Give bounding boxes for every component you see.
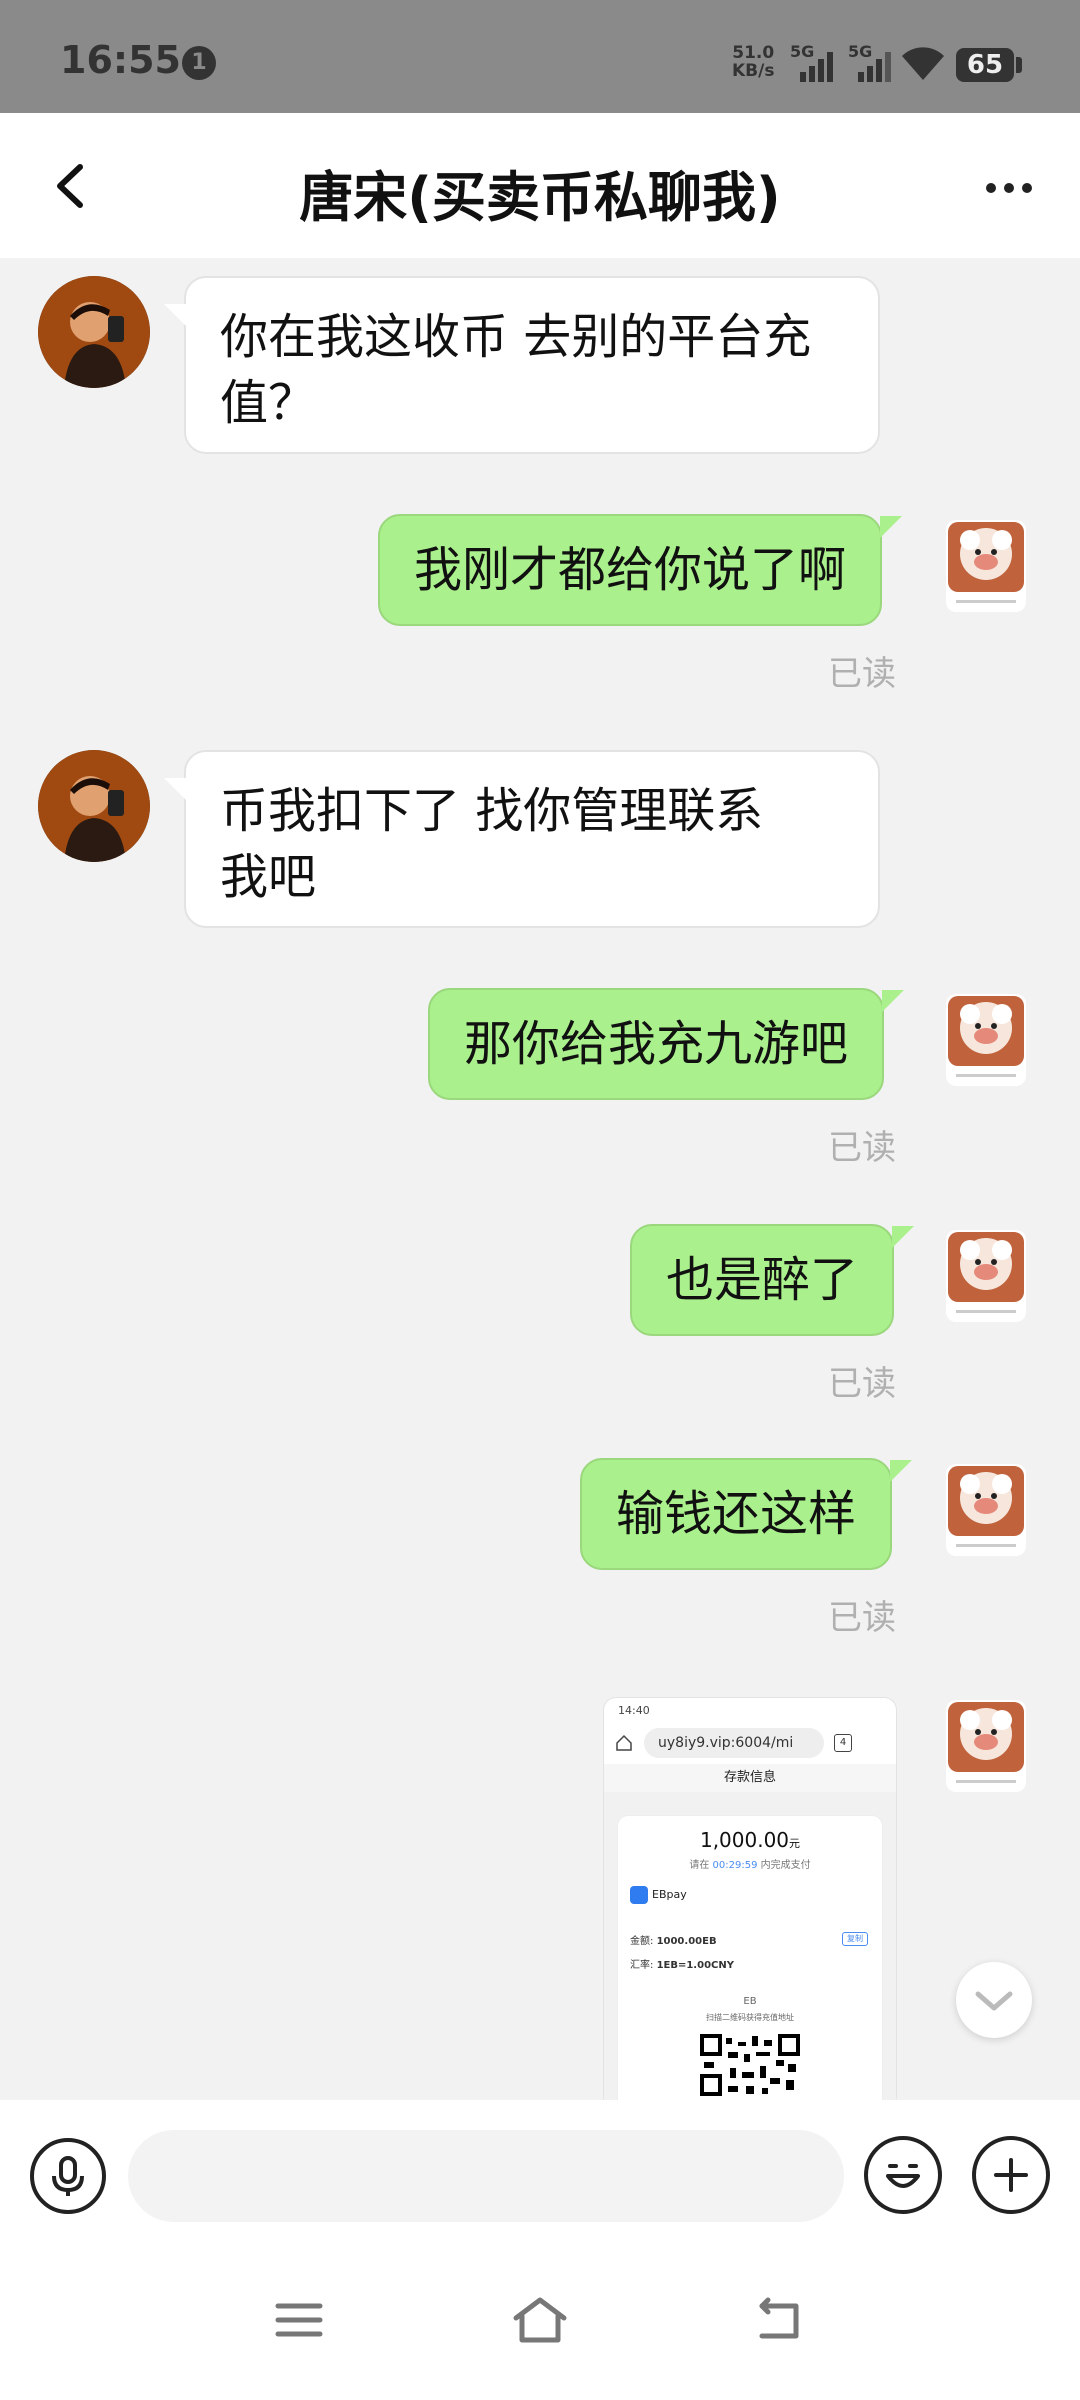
home-icon xyxy=(513,2297,567,2343)
back-nav-button[interactable] xyxy=(754,2296,806,2344)
contact-avatar[interactable] xyxy=(38,750,150,862)
message-bubble-sent[interactable]: 也是醉了 xyxy=(630,1224,915,1336)
read-status: 已读 xyxy=(828,1598,896,1638)
message-input[interactable] xyxy=(128,2130,844,2222)
message-bubble-sent[interactable]: 输钱还这样 xyxy=(580,1458,913,1570)
read-status: 已读 xyxy=(828,1128,896,1168)
chat-title: 唐宋(买卖币私聊我) xyxy=(299,166,781,229)
network-speed: 51.0 KB/s xyxy=(732,43,775,81)
shot-payment-card: 1,000.00元 请在 00:29:59 内完成支付 EBpay 金额: 10… xyxy=(618,1816,882,2100)
chat-area[interactable]: 你在我这收币 去别的平台充 值？ 我刚才都给你说了啊 已读 币我扣下了 找你管理… xyxy=(0,258,1080,2100)
plus-icon xyxy=(994,2158,1028,2192)
my-avatar[interactable] xyxy=(946,1464,1026,1556)
my-avatar[interactable] xyxy=(946,994,1026,1086)
emoji-icon xyxy=(886,2164,920,2188)
home-icon xyxy=(616,1734,632,1751)
qr-code-icon xyxy=(700,2034,800,2096)
shot-hint: 请在 00:29:59 内完成支付 xyxy=(689,1860,811,1871)
clock: 16:55 xyxy=(60,38,181,82)
shot-amount-row: 金额: 1000.00EB xyxy=(630,1936,717,1947)
back-arrow-icon xyxy=(759,2297,799,2339)
more-actions-button[interactable] xyxy=(972,2136,1050,2214)
home-button[interactable] xyxy=(510,2294,570,2346)
my-avatar[interactable] xyxy=(946,520,1026,612)
my-avatar[interactable] xyxy=(946,1230,1026,1322)
shot-scan-hint: 扫描二维码获得充值地址 xyxy=(706,2013,794,2022)
shot-url-bar: uy8iy9.vip:6004/mi 4 xyxy=(614,1728,886,1758)
shot-page-title: 存款信息 xyxy=(604,1764,896,1792)
wifi-icon xyxy=(898,44,948,88)
microphone-icon xyxy=(52,2156,84,2196)
emoji-button[interactable] xyxy=(864,2136,942,2214)
read-status: 已读 xyxy=(828,1364,896,1404)
shot-rate-row: 汇率: 1EB=1.00CNY xyxy=(630,1960,734,1971)
read-status: 已读 xyxy=(828,654,896,694)
more-button[interactable] xyxy=(978,163,1048,213)
voice-button[interactable] xyxy=(30,2138,106,2214)
scroll-to-bottom-button[interactable] xyxy=(956,1962,1032,2038)
chat-header: 唐宋(买卖币私聊我) xyxy=(0,113,1080,258)
recent-apps-button[interactable] xyxy=(274,2298,324,2342)
message-bubble-sent[interactable]: 我刚才都给你说了啊 xyxy=(378,514,903,626)
more-dots-icon xyxy=(986,183,1032,193)
system-navigation-bar xyxy=(0,2250,1080,2400)
shot-currency: EB xyxy=(743,1996,757,2007)
battery-icon: 65 xyxy=(956,48,1014,82)
shot-copy-tag: 复制 xyxy=(842,1932,868,1946)
battery-tip xyxy=(1016,57,1022,73)
shot-pay-method: EBpay xyxy=(630,1886,687,1904)
input-bar xyxy=(0,2100,1080,2250)
shot-amount: 1,000.00元 xyxy=(699,1828,801,1852)
message-bubble-received[interactable]: 你在我这收币 去别的平台充 值？ xyxy=(164,276,880,454)
shot-tab-count: 4 xyxy=(834,1734,852,1752)
contact-avatar[interactable] xyxy=(38,276,150,388)
my-avatar[interactable] xyxy=(946,1700,1026,1792)
shot-status-bar: 14:40 xyxy=(618,1704,650,1717)
shot-url-text: uy8iy9.vip:6004/mi xyxy=(644,1728,824,1758)
message-bubble-sent[interactable]: 那你给我充九游吧 xyxy=(428,988,905,1100)
message-bubble-received[interactable]: 币我扣下了 找你管理联系 我吧 xyxy=(164,750,880,928)
menu-icon xyxy=(275,2303,323,2337)
chevron-down-icon xyxy=(975,1991,1013,2011)
notification-badge: 1 xyxy=(182,46,216,80)
image-message[interactable]: 14:40 uy8iy9.vip:6004/mi 4 存款信息 1,000.00… xyxy=(604,1698,896,2100)
status-bar: 16:55 1 51.0 KB/s 5G 5G 65 xyxy=(0,0,1080,113)
